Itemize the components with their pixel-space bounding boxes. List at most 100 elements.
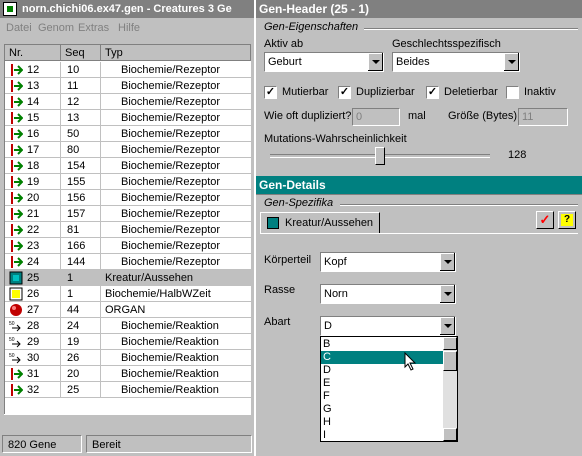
table-row[interactable]: 19 155 Biochemie/Rezeptor bbox=[5, 174, 251, 190]
abart-value: D bbox=[324, 320, 332, 332]
table-row[interactable]: 20 156 Biochemie/Rezeptor bbox=[5, 190, 251, 206]
cell-seq: 50 bbox=[61, 126, 101, 142]
receptor-icon bbox=[9, 143, 24, 157]
table-row[interactable]: 17 80 Biochemie/Rezeptor bbox=[5, 142, 251, 158]
table-row[interactable]: 25 1 Kreatur/Aussehen bbox=[5, 270, 251, 286]
column-header-typ[interactable]: Typ bbox=[101, 45, 251, 61]
dropdown-option[interactable]: H bbox=[321, 416, 445, 429]
gen-details-title[interactable]: Gen-Details bbox=[256, 176, 582, 194]
table-row[interactable]: 24 144 Biochemie/Rezeptor bbox=[5, 254, 251, 270]
table-row[interactable]: 13 11 Biochemie/Rezeptor bbox=[5, 78, 251, 94]
horizontal-scrollbar[interactable] bbox=[4, 414, 250, 429]
cell-typ: Biochemie/Rezeptor bbox=[121, 240, 221, 252]
gene-number: 30 bbox=[27, 352, 40, 364]
scroll-up-arrow[interactable] bbox=[443, 337, 457, 350]
menu-datei[interactable]: Datei bbox=[6, 19, 32, 37]
cell-typ: Biochemie/Reaktion bbox=[121, 320, 219, 332]
dropdown-option[interactable]: I bbox=[321, 429, 445, 441]
status-state: Bereit bbox=[86, 435, 252, 453]
mutation-slider-thumb[interactable] bbox=[375, 147, 386, 165]
column-header-seq[interactable]: Seq bbox=[61, 45, 101, 61]
geschlecht-select[interactable]: Beides bbox=[392, 52, 520, 72]
gen-header-title[interactable]: Gen-Header (25 - 1) bbox=[256, 0, 582, 18]
cell-typ: Biochemie/Rezeptor bbox=[121, 144, 221, 156]
rasse-select[interactable]: Norn bbox=[320, 284, 456, 304]
table-row[interactable]: 15 13 Biochemie/Rezeptor bbox=[5, 110, 251, 126]
chevron-down-icon[interactable] bbox=[503, 53, 519, 71]
table-row[interactable]: 18 154 Biochemie/Rezeptor bbox=[5, 158, 251, 174]
receptor-icon bbox=[9, 127, 24, 141]
apply-check-button[interactable]: ✓ bbox=[536, 211, 554, 229]
aktiv-ab-select[interactable]: Geburt bbox=[264, 52, 384, 72]
cell-seq: 156 bbox=[61, 190, 101, 206]
dropdown-option[interactable]: C bbox=[321, 351, 445, 364]
table-row[interactable]: 23 166 Biochemie/Rezeptor bbox=[5, 238, 251, 254]
chevron-down-icon[interactable] bbox=[439, 253, 455, 271]
mutierbar-checkbox[interactable]: ✓ bbox=[264, 86, 277, 99]
menu-genom[interactable]: Genom bbox=[38, 19, 74, 37]
help-icon: ? bbox=[561, 214, 573, 226]
menu-bar: Datei Genom Extras Hilfe bbox=[0, 19, 254, 37]
help-button[interactable]: ? bbox=[558, 211, 576, 229]
app-icon bbox=[3, 2, 17, 16]
table-row[interactable]: 50 29 19 Biochemie/Reaktion bbox=[5, 334, 251, 350]
table-row[interactable]: 31 20 Biochemie/Reaktion bbox=[5, 366, 251, 382]
koerperteil-select[interactable]: Kopf bbox=[320, 252, 456, 272]
cell-typ: Biochemie/Rezeptor bbox=[121, 64, 221, 76]
scroll-down-arrow[interactable] bbox=[443, 428, 457, 441]
mutation-probability-label: Mutations-Wahrscheinlichkeit bbox=[264, 133, 407, 145]
table-row[interactable]: 21 157 Biochemie/Rezeptor bbox=[5, 206, 251, 222]
dropdown-option[interactable]: E bbox=[321, 377, 445, 390]
dropdown-scrollbar[interactable] bbox=[443, 337, 457, 441]
creature-appearance-icon bbox=[267, 217, 279, 229]
check-mark-icon: ✓ bbox=[265, 86, 276, 98]
table-row[interactable]: 22 81 Biochemie/Rezeptor bbox=[5, 222, 251, 238]
cell-nr: 15 bbox=[5, 110, 61, 126]
dropdown-option[interactable]: G bbox=[321, 403, 445, 416]
cell-nr: 25 bbox=[5, 270, 61, 286]
reaction-icon: 50 bbox=[9, 335, 23, 349]
mutation-probability-value: 128 bbox=[508, 149, 527, 161]
duplicate-count-label: Wie oft dupliziert? bbox=[264, 110, 352, 122]
cell-seq: 24 bbox=[61, 318, 101, 334]
table-row[interactable]: 27 44 ORGAN bbox=[5, 302, 251, 318]
chevron-down-icon[interactable] bbox=[367, 53, 383, 71]
deletierbar-checkbox[interactable]: ✓ bbox=[426, 86, 439, 99]
table-row[interactable]: 32 25 Biochemie/Reaktion bbox=[5, 382, 251, 398]
cell-seq: 12 bbox=[61, 94, 101, 110]
koerperteil-value: Kopf bbox=[324, 256, 347, 268]
table-row[interactable]: 12 10 Biochemie/Rezeptor bbox=[5, 62, 251, 78]
gen-eigenschaften-label: Gen-Eigenschaften bbox=[264, 21, 359, 33]
dropdown-option[interactable]: B bbox=[321, 338, 445, 351]
window-title-bar[interactable]: norn.chichi06.ex47.gen - Creatures 3 Ge bbox=[0, 0, 254, 18]
duplizierbar-checkbox[interactable]: ✓ bbox=[338, 86, 351, 99]
cell-nr: 21 bbox=[5, 206, 61, 222]
scroll-thumb[interactable] bbox=[443, 351, 457, 371]
chevron-down-icon[interactable] bbox=[439, 285, 455, 303]
column-header-nr[interactable]: Nr. bbox=[5, 45, 61, 61]
cell-seq: 80 bbox=[61, 142, 101, 158]
cell-seq: 1 bbox=[61, 286, 101, 302]
receptor-icon bbox=[9, 223, 24, 237]
dropdown-option[interactable]: D bbox=[321, 364, 445, 377]
table-row[interactable]: 26 1 Biochemie/HalbWZeit bbox=[5, 286, 251, 302]
svg-text:50: 50 bbox=[9, 353, 15, 359]
abart-dropdown-list[interactable]: BCDEFGHI bbox=[320, 336, 458, 442]
abart-select[interactable]: D bbox=[320, 316, 456, 336]
dropdown-option[interactable]: F bbox=[321, 390, 445, 403]
menu-hilfe[interactable]: Hilfe bbox=[118, 19, 140, 37]
cell-typ: Biochemie/Reaktion bbox=[121, 384, 219, 396]
table-row[interactable]: 50 28 24 Biochemie/Reaktion bbox=[5, 318, 251, 334]
cell-typ: Biochemie/Rezeptor bbox=[121, 208, 221, 220]
table-row[interactable]: 16 50 Biochemie/Rezeptor bbox=[5, 126, 251, 142]
cell-nr: 12 bbox=[5, 62, 61, 78]
inaktiv-checkbox[interactable] bbox=[506, 86, 519, 99]
organ-icon bbox=[9, 303, 23, 317]
table-row[interactable]: 50 30 26 Biochemie/Reaktion bbox=[5, 350, 251, 366]
table-row[interactable]: 14 12 Biochemie/Rezeptor bbox=[5, 94, 251, 110]
chevron-down-icon[interactable] bbox=[439, 317, 455, 335]
receptor-icon bbox=[9, 111, 24, 125]
tab-kreatur-aussehen[interactable]: Kreatur/Aussehen bbox=[260, 212, 380, 234]
cell-typ: Kreatur/Aussehen bbox=[105, 272, 194, 284]
menu-extras[interactable]: Extras bbox=[78, 19, 109, 37]
